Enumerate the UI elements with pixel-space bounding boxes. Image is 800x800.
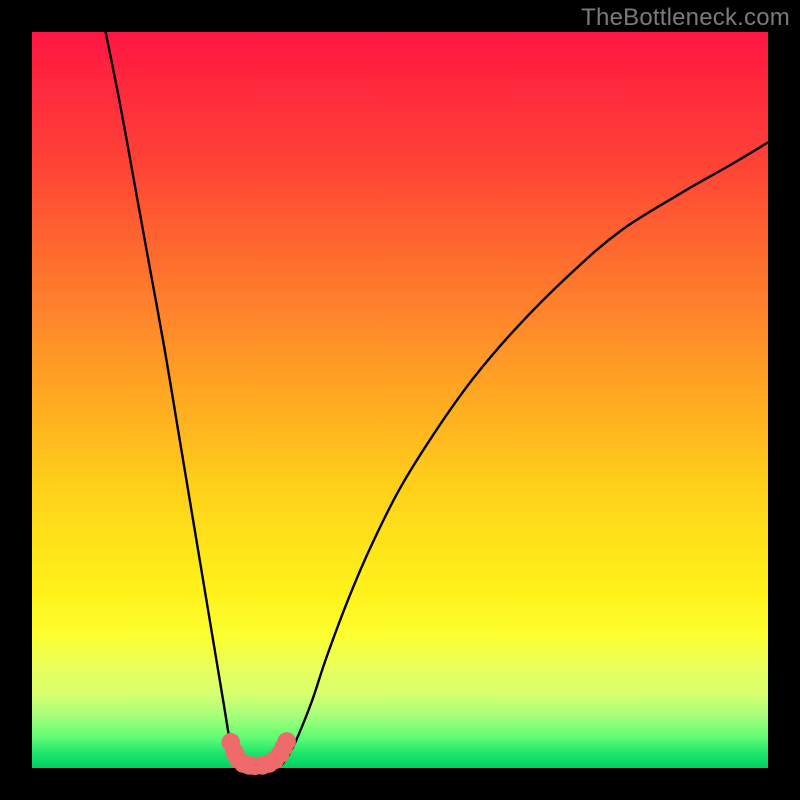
curve-right-branch xyxy=(282,142,768,764)
valley-marker-dot xyxy=(277,732,296,751)
chart-svg xyxy=(32,32,768,768)
chart-frame: TheBottleneck.com xyxy=(0,0,800,800)
curve-left-branch xyxy=(106,32,238,764)
chart-plot-area xyxy=(32,32,768,768)
watermark-text: TheBottleneck.com xyxy=(581,4,790,32)
